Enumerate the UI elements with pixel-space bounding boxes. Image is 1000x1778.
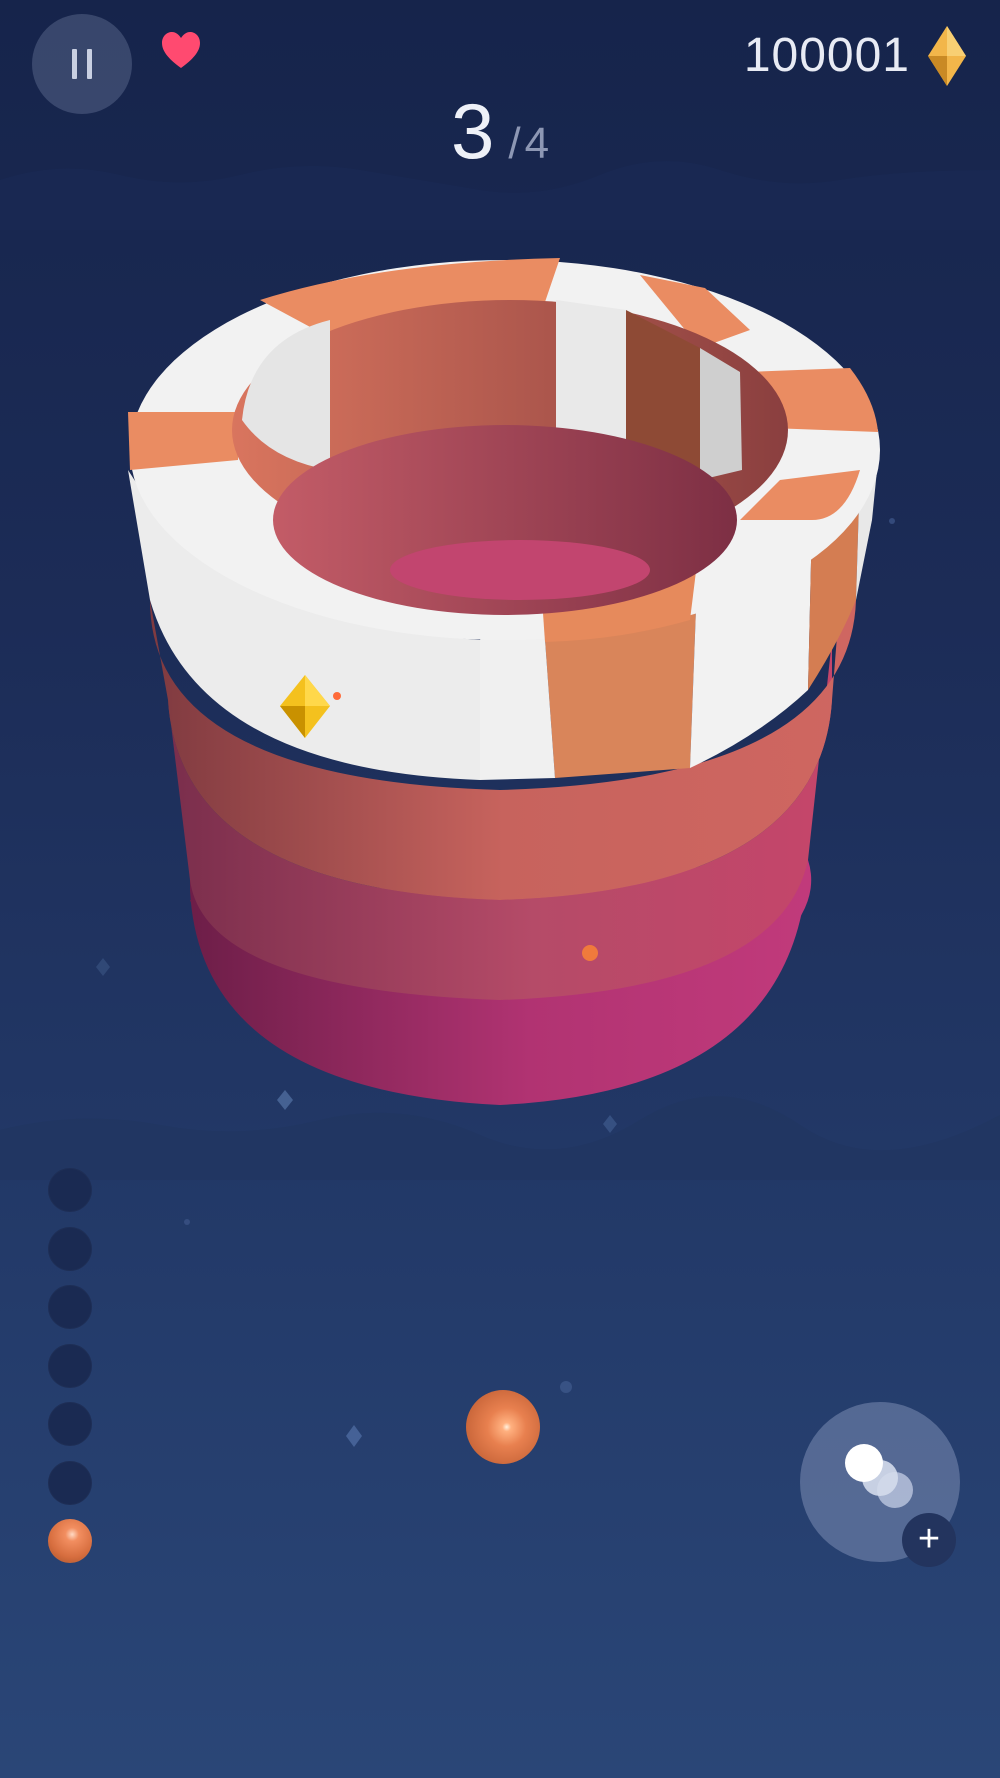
level-separator: / (508, 119, 521, 168)
queue-slot (48, 1226, 92, 1271)
heart-icon (162, 32, 200, 68)
pause-icon (87, 49, 92, 79)
add-powerup-button[interactable]: + (902, 1513, 956, 1567)
background-wave (0, 1096, 1000, 1180)
queue-slot-active (48, 1519, 92, 1563)
queue-slot (48, 1168, 92, 1212)
level-progress: 3 /4 (0, 86, 1000, 177)
sparkle (346, 1425, 362, 1447)
shooter-ball[interactable] (466, 1390, 540, 1464)
ring-top-orange (128, 412, 240, 470)
sparkle (560, 1381, 572, 1393)
pause-icon (72, 49, 77, 79)
level-total: 4 (524, 119, 550, 168)
sparkle (603, 1115, 617, 1133)
sparkle (184, 1219, 190, 1225)
sparkle (96, 958, 110, 976)
queue-slot (48, 1285, 92, 1329)
sparkle (277, 1090, 293, 1110)
hole-floor-inner (390, 540, 650, 600)
gem-counter: 100001 (743, 29, 910, 82)
diamond-icon (928, 26, 966, 86)
plus-icon: + (917, 1518, 941, 1560)
sparkle (889, 518, 895, 524)
queue-slot (48, 1343, 92, 1388)
ball-queue (48, 1168, 94, 1578)
level-current: 3 (450, 87, 495, 175)
queue-slot (48, 1460, 92, 1505)
queue-slot (48, 1402, 92, 1446)
